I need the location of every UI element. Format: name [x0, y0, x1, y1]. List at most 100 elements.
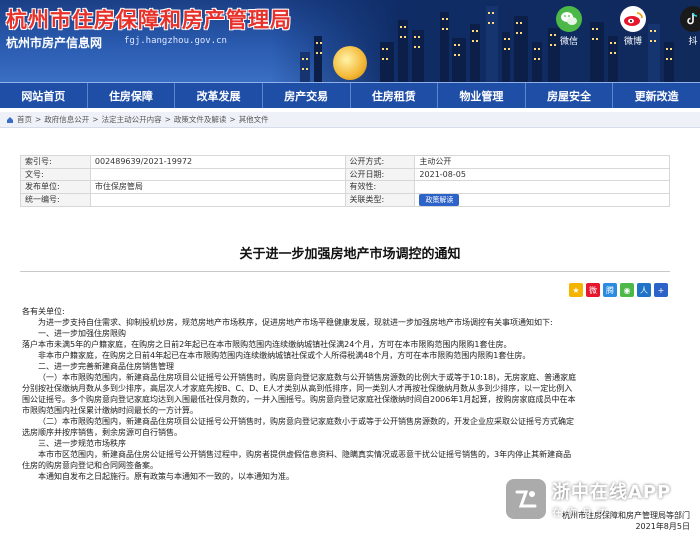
doc-no-value — [89, 167, 346, 181]
building-window — [386, 48, 388, 50]
qzone-icon[interactable]: ★ — [569, 283, 583, 297]
building-window — [596, 38, 598, 40]
building-window — [302, 58, 304, 60]
social-wechat-label: 微信 — [559, 37, 578, 47]
renren-icon[interactable]: 人 — [637, 283, 651, 297]
tencent-icon[interactable]: 腾 — [603, 283, 617, 297]
skyline-building — [532, 42, 542, 82]
building-window — [520, 32, 522, 34]
building-window — [550, 44, 552, 46]
body-paragraph: 本市市区范围内，新建商品住房公证摇号公开销售过程中，购房者提供虚假信息资料、隐瞒… — [38, 450, 572, 459]
nav-item-reform[interactable]: 改革发展 — [175, 83, 263, 108]
social-douyin[interactable]: 抖 — [680, 6, 700, 47]
weibo-icon[interactable]: 微 — [586, 283, 600, 297]
breadcrumb-gov-info[interactable]: 政府信息公开 — [44, 114, 89, 125]
issuer-label: 发布单位: — [20, 180, 91, 194]
nav-item-property-trade[interactable]: 房产交易 — [263, 83, 351, 108]
building-window — [492, 22, 494, 24]
site-url: fgj.hangzhou.gov.cn — [124, 36, 227, 46]
document-info-table: 索引号: 002489639/2021-19972 公开方式: 主动公开 文号:… — [20, 155, 670, 207]
breadcrumb-home[interactable]: 首页 — [17, 114, 32, 125]
table-row: 索引号: 002489639/2021-19972 公开方式: 主动公开 — [20, 155, 670, 169]
building-window — [306, 68, 308, 70]
public-method-label: 公开方式: — [344, 155, 416, 169]
moon-building-icon — [333, 46, 367, 80]
share-bar: ★ 微 腾 ◉ 人 + — [569, 283, 668, 297]
home-icon — [7, 116, 13, 123]
table-row: 统一编号: 关联类型: 政策解读 — [20, 192, 670, 207]
validity-value — [414, 180, 670, 194]
body-paragraph: 围公证摇号。多个购房意向登记家庭均达到入围最低社保月数的，一并入围摇号。购房意向… — [22, 395, 576, 404]
public-date-value: 2021-08-05 — [414, 167, 670, 181]
building-window — [654, 40, 656, 42]
index-label: 索引号: — [20, 155, 91, 169]
nav-item-housing-safety[interactable]: 房屋安全 — [526, 83, 614, 108]
nav-item-renovation[interactable]: 更新改造 — [613, 83, 700, 108]
building-window — [650, 30, 652, 32]
site-title[interactable]: 杭州市住房保障和房产管理局 — [6, 4, 292, 34]
site-subtitle: 杭州市房产信息网 — [6, 36, 103, 50]
building-window — [534, 58, 536, 60]
building-window — [414, 46, 416, 48]
validity-label: 有效性: — [344, 180, 416, 194]
building-window — [538, 48, 540, 50]
building-window — [386, 58, 388, 60]
app-logo-icon — [506, 478, 546, 519]
building-window — [442, 28, 444, 30]
doc-no-label: 文号: — [20, 167, 91, 181]
wechat-icon[interactable]: ◉ — [620, 283, 634, 297]
building-window — [454, 54, 456, 56]
breadcrumb-statutory[interactable]: 法定主动公开内容 — [102, 114, 162, 125]
nav-item-housing-security[interactable]: 住房保障 — [88, 83, 176, 108]
body-paragraph: 落户本市未满5年的户籍家庭，在购房之日前2年起已在本市限购范围内连续缴纳城镇社保… — [22, 340, 512, 349]
skyline-building — [648, 24, 660, 82]
index-value: 002489639/2021-19972 — [89, 155, 346, 169]
building-window — [316, 52, 318, 54]
social-weibo[interactable]: 微博 — [620, 6, 646, 47]
douyin-icon — [680, 6, 700, 32]
body-paragraph: 市限购范围内社保累计缴纳时间最长的一方计算。 — [22, 406, 198, 415]
nav-item-home[interactable]: 网站首页 — [0, 83, 88, 108]
building-window — [472, 30, 474, 32]
social-weibo-label: 微博 — [623, 37, 642, 47]
building-window — [442, 18, 444, 20]
issuer-value: 市住保房管局 — [89, 180, 346, 194]
skyline-building — [452, 38, 466, 82]
skyline-building — [300, 52, 310, 82]
social-douyin-label: 抖 — [688, 37, 698, 47]
building-window — [488, 22, 490, 24]
building-window — [614, 52, 616, 54]
plus-icon[interactable]: + — [654, 283, 668, 297]
nav-item-rental[interactable]: 住房租赁 — [351, 83, 439, 108]
policy-interpretation-button[interactable]: 政策解读 — [419, 193, 460, 206]
building-window — [302, 68, 304, 70]
building-window — [504, 48, 506, 50]
building-window — [670, 58, 672, 60]
public-method-value: 主动公开 — [414, 155, 670, 169]
table-row: 发布单位: 市住保房管局 有效性: — [20, 180, 670, 194]
public-date-label: 公开日期: — [344, 167, 416, 181]
building-window — [550, 34, 552, 36]
body-paragraph: 三、进一步规范市场秩序 — [38, 439, 126, 448]
skyline-building — [470, 24, 480, 82]
nav-item-property-management[interactable]: 物业管理 — [438, 83, 526, 108]
skyline-building — [486, 6, 498, 82]
skyline-building — [514, 16, 528, 82]
unified-no-label: 统一编号: — [20, 192, 91, 207]
body-paragraph: 一、进一步加强住房限购 — [38, 329, 126, 338]
building-window — [610, 42, 612, 44]
watermark-name: 浙中在线APP — [552, 482, 672, 503]
building-window — [476, 30, 478, 32]
building-window — [666, 48, 668, 50]
header-banner: 杭州市住房保障和房产管理局 杭州市房产信息网 fgj.hangzhou.gov.… — [0, 0, 700, 82]
social-wechat[interactable]: 微信 — [556, 6, 582, 47]
breadcrumb-policy-docs[interactable]: 政策文件及解读 — [174, 114, 227, 125]
building-window — [614, 42, 616, 44]
building-window — [400, 26, 402, 28]
building-window — [592, 28, 594, 30]
building-window — [418, 46, 420, 48]
building-window — [458, 44, 460, 46]
unified-no-value — [89, 192, 346, 207]
breadcrumb-other-docs[interactable]: 其他文件 — [239, 114, 269, 125]
app-watermark: 浙中在线APP 在你身边 — [506, 478, 671, 519]
